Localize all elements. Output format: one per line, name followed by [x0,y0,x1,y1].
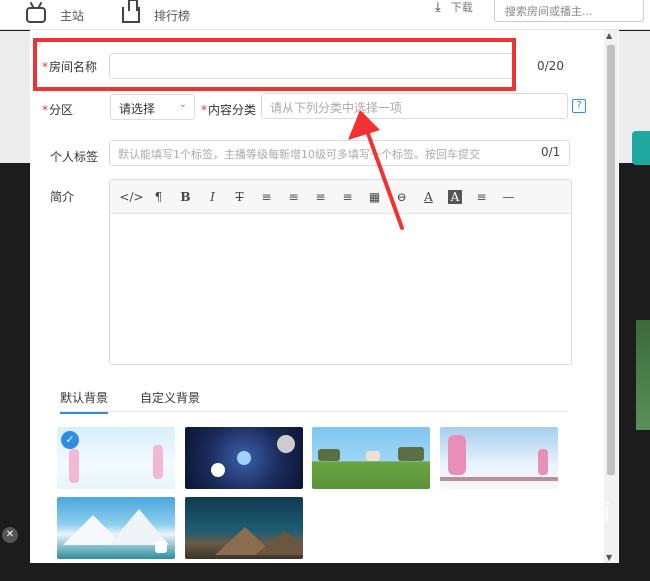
watermark-logo-icon [478,496,506,524]
watermark-text: 搜狗指南 [516,500,613,525]
watermark-url: zhinan.sogou.com [486,538,587,551]
